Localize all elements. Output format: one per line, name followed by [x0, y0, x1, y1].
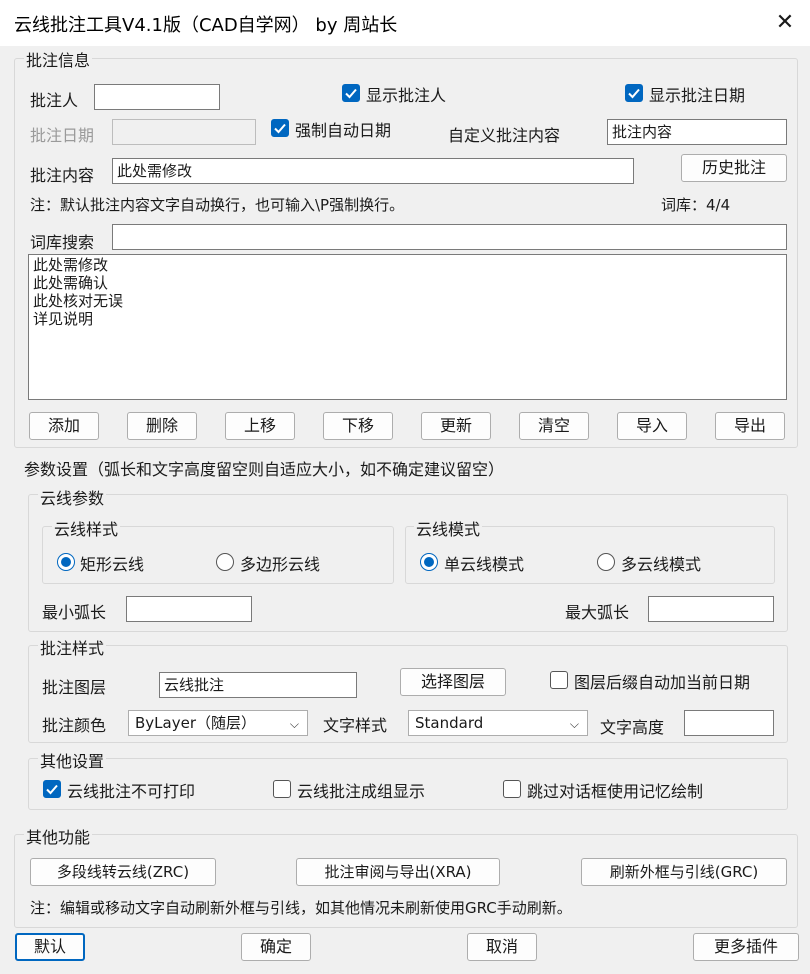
color-label: 批注颜色 — [42, 716, 107, 735]
add-button[interactable]: 添加 — [29, 412, 99, 440]
more-plugins-button[interactable]: 更多插件 — [693, 933, 799, 961]
library-search-label: 词库搜索 — [30, 233, 95, 252]
multi-mode-label: 多云线模式 — [621, 555, 702, 574]
library-count: 词库：4/4 — [661, 196, 731, 214]
show-date-checkbox[interactable] — [625, 84, 643, 102]
close-icon[interactable]: ✕ — [768, 6, 802, 40]
library-list[interactable]: 此处需修改 此处需确认 此处核对无误 详见说明 — [28, 254, 787, 400]
list-item[interactable]: 此处需确认 — [33, 274, 782, 292]
rect-cloud-label: 矩形云线 — [80, 555, 145, 574]
poly-cloud-radio[interactable] — [216, 553, 234, 571]
single-mode-radio[interactable] — [420, 553, 438, 571]
other-functions-legend: 其他功能 — [24, 824, 93, 848]
other-functions-note: 注：编辑或移动文字自动刷新外框与引线，如其他情况未刷新使用GRC手动刷新。 — [30, 899, 572, 917]
checkmark-icon — [46, 784, 58, 795]
annotator-input[interactable] — [94, 84, 220, 110]
text-style-label: 文字样式 — [323, 716, 388, 735]
review-export-button[interactable]: 批注审阅与导出(XRA) — [296, 858, 500, 886]
clear-button[interactable]: 清空 — [519, 412, 589, 440]
date-input — [112, 119, 256, 145]
min-arc-label: 最小弧长 — [42, 603, 107, 622]
annotation-info-legend: 批注信息 — [24, 47, 93, 71]
custom-content-input[interactable]: 批注内容 — [607, 119, 787, 145]
force-auto-date-checkbox[interactable] — [271, 119, 289, 137]
max-arc-input[interactable] — [648, 596, 774, 622]
layer-date-suffix-checkbox[interactable] — [550, 671, 568, 689]
text-height-label: 文字高度 — [600, 718, 665, 737]
checkmark-icon — [628, 88, 640, 99]
single-mode-label: 单云线模式 — [444, 555, 525, 574]
import-button[interactable]: 导入 — [617, 412, 687, 440]
max-arc-label: 最大弧长 — [565, 603, 630, 622]
ok-button[interactable]: 确定 — [241, 933, 311, 961]
list-item[interactable]: 详见说明 — [33, 310, 782, 328]
color-select[interactable]: ByLayer（随层） ⌵ — [128, 710, 308, 736]
move-down-button[interactable]: 下移 — [323, 412, 393, 440]
cloud-style-legend: 云线样式 — [52, 516, 121, 540]
group-display-checkbox[interactable] — [273, 780, 291, 798]
other-settings-legend: 其他设置 — [38, 748, 107, 772]
content-label: 批注内容 — [30, 166, 95, 185]
multi-mode-radio[interactable] — [597, 553, 615, 571]
group-display-label: 云线批注成组显示 — [297, 782, 426, 801]
list-item[interactable]: 此处核对无误 — [33, 292, 782, 310]
annotation-style-legend: 批注样式 — [38, 635, 107, 659]
force-auto-date-label: 强制自动日期 — [295, 121, 392, 140]
show-annotator-checkbox[interactable] — [342, 84, 360, 102]
checkmark-icon — [345, 88, 357, 99]
text-style-select-value: Standard — [415, 714, 484, 732]
chevron-down-icon: ⌵ — [289, 717, 299, 731]
list-item[interactable]: 此处需修改 — [33, 256, 782, 274]
text-height-input[interactable] — [684, 710, 774, 736]
text-style-select[interactable]: Standard ⌵ — [408, 710, 588, 736]
cloud-params-legend: 云线参数 — [38, 485, 107, 509]
layer-label: 批注图层 — [42, 678, 107, 697]
content-note: 注：默认批注内容文字自动换行，也可输入\P强制换行。 — [30, 196, 405, 214]
rect-cloud-radio[interactable] — [57, 553, 75, 571]
no-print-label: 云线批注不可打印 — [67, 782, 196, 801]
date-label: 批注日期 — [30, 126, 95, 145]
checkmark-icon — [274, 123, 286, 134]
export-button[interactable]: 导出 — [715, 412, 785, 440]
no-print-checkbox[interactable] — [43, 780, 61, 798]
update-button[interactable]: 更新 — [421, 412, 491, 440]
show-date-label: 显示批注日期 — [649, 86, 746, 105]
chevron-down-icon: ⌵ — [569, 717, 579, 731]
skip-dialog-label: 跳过对话框使用记忆绘制 — [527, 782, 704, 801]
layer-date-suffix-label: 图层后缀自动加当前日期 — [574, 673, 751, 692]
cloud-mode-legend: 云线模式 — [414, 516, 483, 540]
poly-cloud-label: 多边形云线 — [240, 555, 321, 574]
custom-content-label: 自定义批注内容 — [448, 126, 561, 145]
window-title: 云线批注工具V4.1版（CAD自学网） by 周站长 — [14, 15, 398, 36]
min-arc-input[interactable] — [126, 596, 252, 622]
skip-dialog-checkbox[interactable] — [503, 780, 521, 798]
color-select-value: ByLayer（随层） — [135, 714, 256, 732]
pline-to-cloud-button[interactable]: 多段线转云线(ZRC) — [30, 858, 216, 886]
parameters-legend: 参数设置（弧长和文字高度留空则自适应大小，如不确定建议留空） — [24, 460, 505, 479]
layer-input[interactable]: 云线批注 — [159, 672, 357, 698]
history-button[interactable]: 历史批注 — [681, 154, 787, 182]
show-annotator-label: 显示批注人 — [366, 86, 447, 105]
default-button[interactable]: 默认 — [15, 933, 85, 961]
select-layer-button[interactable]: 选择图层 — [400, 668, 506, 696]
content-input[interactable]: 此处需修改 — [112, 158, 634, 184]
refresh-frame-button[interactable]: 刷新外框与引线(GRC) — [581, 858, 787, 886]
move-up-button[interactable]: 上移 — [225, 412, 295, 440]
library-search-input[interactable] — [112, 224, 787, 250]
delete-button[interactable]: 删除 — [127, 412, 197, 440]
cancel-button[interactable]: 取消 — [467, 933, 537, 961]
annotator-label: 批注人 — [30, 91, 79, 110]
